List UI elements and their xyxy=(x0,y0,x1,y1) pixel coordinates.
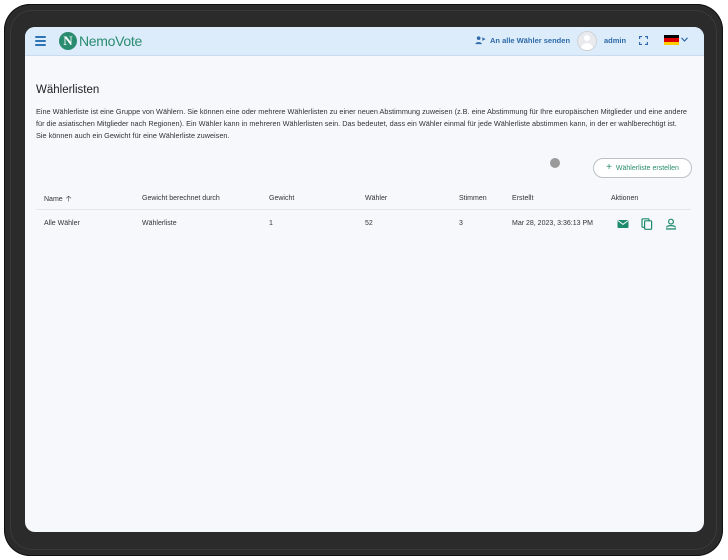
arrow-up-icon[interactable]: 🡡 xyxy=(66,189,72,209)
table-row[interactable]: Alle Wähler Wählerliste 1 52 3 Mar 28, 2… xyxy=(36,211,691,237)
column-header-votes[interactable]: Stimmen xyxy=(459,189,487,209)
loading-indicator xyxy=(550,158,560,168)
cell-voters: 52 xyxy=(365,220,373,227)
logo-mark: N xyxy=(59,32,77,50)
cell-weight: 1 xyxy=(269,220,273,227)
cell-name: Alle Wähler xyxy=(44,220,80,227)
row-actions xyxy=(617,218,689,230)
hamburger-menu-icon[interactable] xyxy=(35,36,46,46)
chevron-down-icon[interactable] xyxy=(681,37,688,42)
column-header-name-label: Name xyxy=(44,196,63,203)
cell-created: Mar 28, 2023, 3:36:13 PM xyxy=(512,220,593,227)
logo[interactable]: N NemoVote xyxy=(59,31,142,51)
fullscreen-icon[interactable] xyxy=(639,36,648,45)
app-screen: N NemoVote An alle Wähler senden admin W… xyxy=(25,27,704,532)
column-header-actions: Aktionen xyxy=(611,195,639,202)
send-to-all-voters-button[interactable]: An alle Wähler senden xyxy=(475,35,570,45)
germany-flag-icon[interactable] xyxy=(664,35,679,45)
page-title: Wählerlisten xyxy=(36,84,100,96)
logo-text: NemoVote xyxy=(79,33,142,49)
create-voter-list-button[interactable]: + Wählerliste erstellen xyxy=(593,158,692,178)
plus-icon: + xyxy=(606,162,612,173)
main-content: Wählerlisten Eine Wählerliste ist eine G… xyxy=(25,55,704,532)
column-header-weight-by[interactable]: Gewicht berechnet durch xyxy=(142,189,220,209)
column-header-created[interactable]: Erstellt xyxy=(512,189,533,209)
create-voter-list-label: Wählerliste erstellen xyxy=(615,164,679,172)
column-header-name[interactable]: Name 🡡 xyxy=(44,189,71,210)
cell-votes: 3 xyxy=(459,220,463,227)
people-send-icon xyxy=(475,36,486,45)
column-header-weight[interactable]: Gewicht xyxy=(269,189,294,209)
person-upload-icon[interactable] xyxy=(665,218,677,230)
copy-icon[interactable] xyxy=(641,218,653,230)
table-header: Name 🡡 Gewicht berechnet durch Gewicht Wä… xyxy=(36,189,691,210)
avatar[interactable] xyxy=(577,31,597,51)
cell-weight-by: Wählerliste xyxy=(142,220,177,227)
top-app-bar: N NemoVote An alle Wähler senden admin xyxy=(25,27,704,56)
send-to-all-voters-label: An alle Wähler senden xyxy=(490,35,571,45)
column-header-voters[interactable]: Wähler xyxy=(365,189,387,209)
envelope-icon[interactable] xyxy=(617,218,629,230)
username[interactable]: admin xyxy=(604,36,626,45)
page-description: Eine Wählerliste ist eine Gruppe von Wäh… xyxy=(36,107,687,141)
